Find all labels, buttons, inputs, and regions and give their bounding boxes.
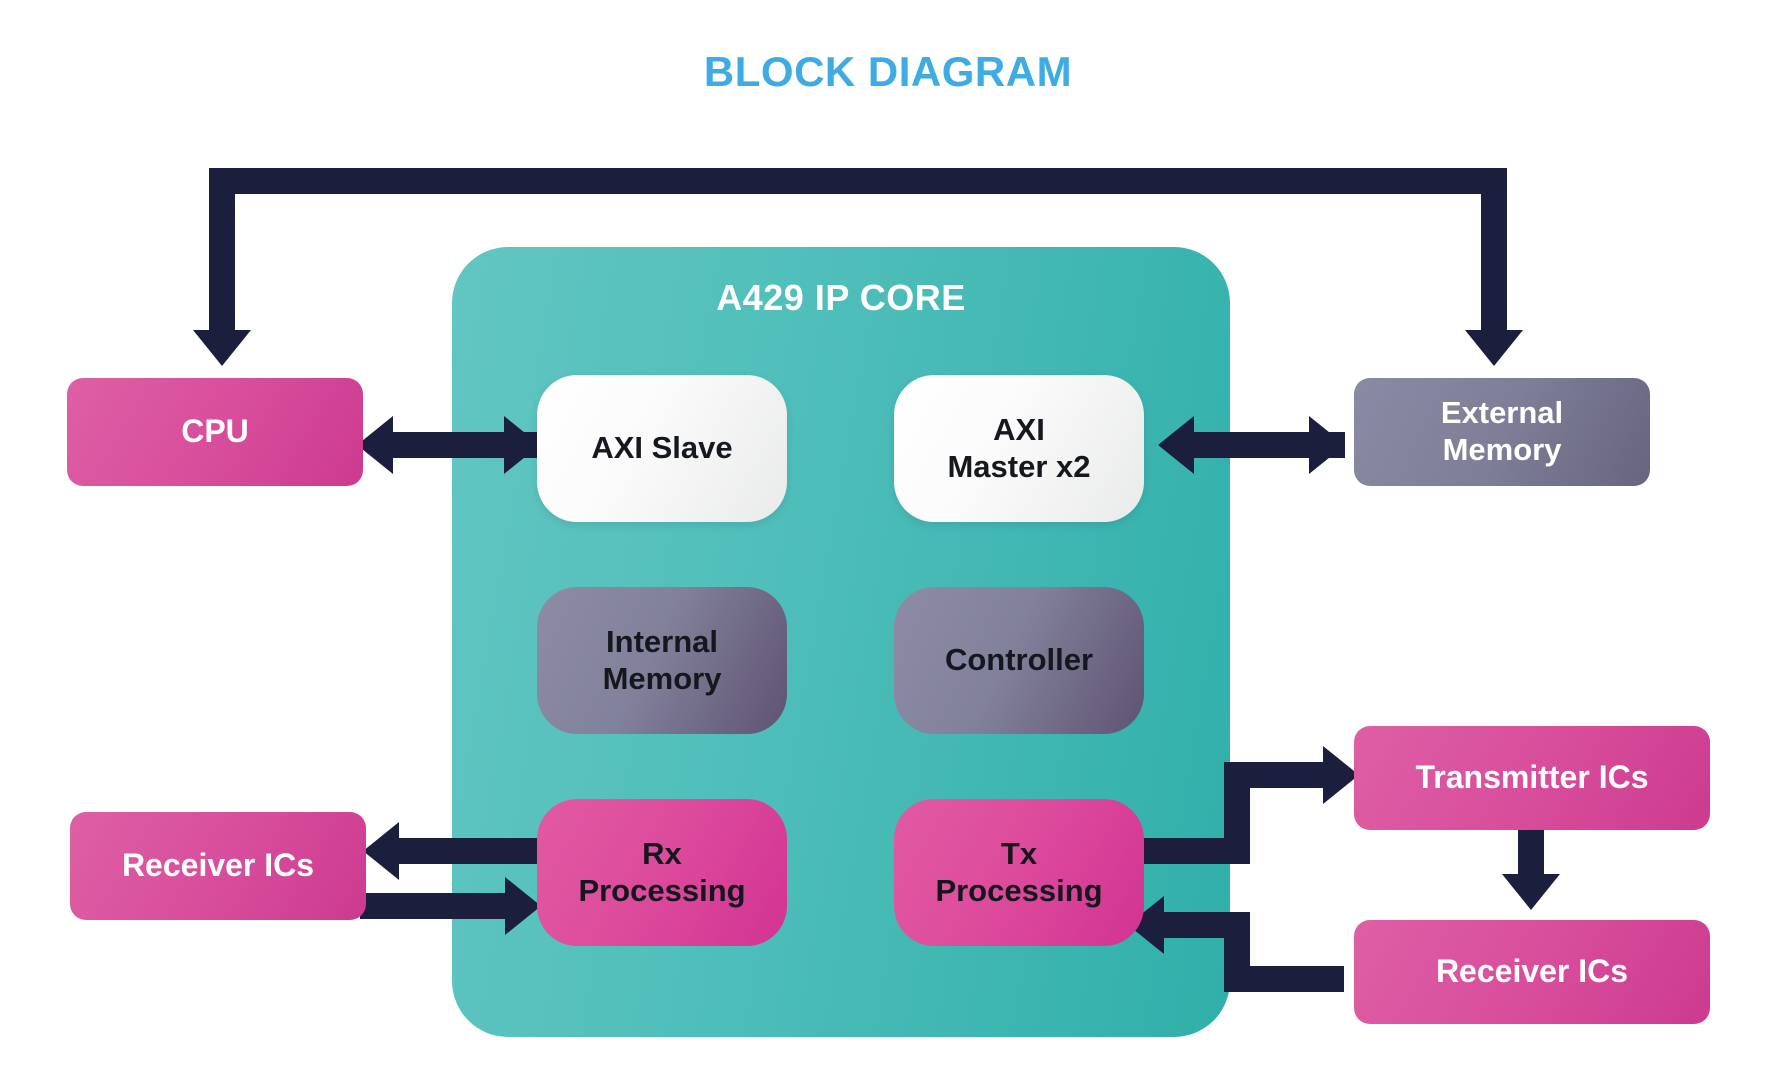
top-rail-horizontal (209, 168, 1507, 194)
internal-memory-label-line1: Internal (606, 623, 718, 659)
arrowhead-down-external-memory (1465, 330, 1523, 366)
block-transmitter-ics[interactable]: Transmitter ICs (1354, 726, 1710, 830)
axi-master-label-line1: AXI (993, 411, 1045, 447)
arrow-rx-to-receiver-shaft (380, 838, 545, 864)
arrowhead-right-external-memory (1309, 416, 1345, 474)
tx-processing-label-line1: Tx (1000, 835, 1038, 871)
block-controller[interactable]: Controller (894, 587, 1144, 734)
axi-slave-label: AXI Slave (591, 430, 733, 466)
tx-processing-label-line2: Processing (935, 872, 1103, 908)
block-receiver-ics-right[interactable]: Receiver ICs (1354, 920, 1710, 1024)
external-memory-label-line1: External (1440, 395, 1564, 431)
block-receiver-ics-left[interactable]: Receiver ICs (70, 812, 366, 920)
arrowhead-left-receiver-ics (363, 822, 399, 880)
rx-processing-label-line2: Processing (578, 872, 746, 908)
arrowhead-right-axi-slave (504, 416, 540, 474)
controller-label: Controller (944, 642, 1094, 678)
transmitter-ics-label: Transmitter ICs (1415, 759, 1649, 796)
block-diagram-canvas: BLOCK DIAGRAM A429 IP CORE AXI Slave AXI (0, 0, 1776, 1087)
core-title: A429 IP CORE (716, 277, 966, 318)
top-rail-right-drop (1481, 168, 1507, 338)
block-axi-slave[interactable]: AXI Slave (537, 375, 787, 522)
page-title: BLOCK DIAGRAM (703, 48, 1073, 95)
rx-processing-label-line1: Rx (642, 835, 682, 871)
arrow-receiver-to-rx-shaft (360, 893, 525, 919)
block-tx-processing[interactable]: Tx Processing (894, 799, 1144, 946)
axi-master-label-line2: Master x2 (947, 448, 1091, 484)
arrowhead-down-cpu (193, 330, 251, 366)
arrow-tx-to-transmitter-upper (1224, 762, 1334, 788)
arrowhead-left-axi-master (1158, 416, 1194, 474)
receiver-ics-right-label: Receiver ICs (1435, 953, 1629, 990)
top-rail-left-drop (209, 168, 235, 338)
external-memory-label-line2: Memory (1442, 432, 1562, 467)
cpu-label: CPU (181, 413, 249, 450)
internal-memory-label-line2: Memory (602, 660, 722, 696)
block-cpu[interactable]: CPU (67, 378, 363, 486)
block-external-memory[interactable]: External Memory (1354, 378, 1650, 486)
block-axi-master[interactable]: AXI Master x2 (894, 375, 1144, 522)
block-internal-memory[interactable]: Internal Memory (537, 587, 787, 734)
arrowhead-down-receiver-ics-right (1502, 874, 1560, 910)
arrowhead-right-rx-processing (505, 877, 541, 935)
receiver-ics-left-label: Receiver ICs (121, 847, 315, 884)
block-rx-processing[interactable]: Rx Processing (537, 799, 787, 946)
